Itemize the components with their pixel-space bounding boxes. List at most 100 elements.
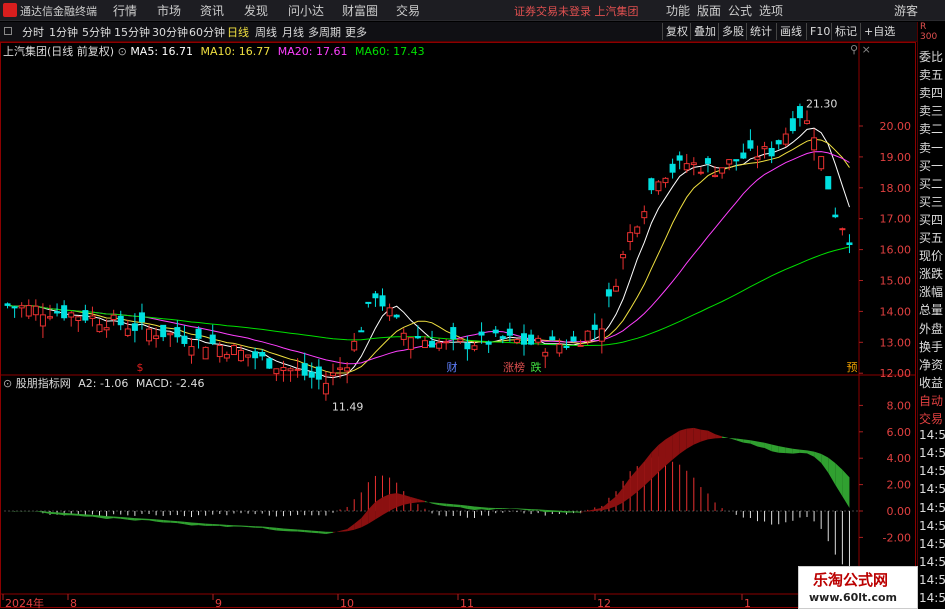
tab-period-daily[interactable]: 日线 (227, 24, 249, 40)
candle-body (103, 327, 110, 331)
quote-field-label: 买二 (919, 176, 944, 191)
candle-body (18, 305, 25, 309)
macd-ribbon-segment (191, 522, 199, 526)
tab-period-weekly[interactable]: 周线 (255, 24, 277, 40)
menu-item-news[interactable]: 资讯 (200, 2, 224, 19)
auto-trade-button[interactable]: 交易 (919, 410, 945, 426)
menu-item-trade[interactable]: 交易 (396, 2, 420, 19)
ma60-label: MA60: 17.43 (354, 45, 425, 58)
chart-area[interactable]: 20.00 19.00 18.00 17.00 16.00 15.00 14.00 13.00… (0, 42, 916, 609)
menu-item-market[interactable]: 行情 (113, 2, 137, 19)
candle-body (131, 323, 138, 331)
zoom-icon[interactable]: ⚲ (850, 43, 858, 56)
panel-collapse-toggle[interactable]: R 300 (920, 22, 937, 42)
tab-period-30min[interactable]: 30分钟 (152, 24, 188, 40)
tab-period-5min[interactable]: 5分钟 (82, 24, 111, 40)
macd-axis-label: 6.00 (887, 426, 912, 439)
candle-body (138, 312, 145, 323)
candle-body (521, 333, 528, 345)
candle-body (712, 174, 719, 178)
quote-field-label: 卖一 (919, 140, 944, 155)
candle-body (216, 344, 223, 358)
tab-period-timeshare[interactable]: 分时 (22, 24, 44, 40)
toolbar-handle-icon[interactable] (4, 27, 12, 35)
candle-body (223, 353, 230, 359)
menu-item-formula[interactable]: 公式 (728, 2, 752, 19)
login-hint[interactable]: 证券交易未登录 上汽集团 (514, 3, 639, 19)
draw-line-button[interactable]: 画线 (776, 23, 805, 40)
price-axis-label: 17.00 (880, 213, 912, 226)
tab-period-more[interactable]: 更多 (345, 24, 367, 40)
tab-period-60min[interactable]: 60分钟 (189, 24, 225, 40)
candle-body (492, 329, 499, 334)
indicator-panel-legend: ⊙ 股朋指标网 A2: -1.06 MACD: -2.46 (3, 375, 205, 391)
candle-body (400, 332, 407, 340)
tab-period-15min[interactable]: 15分钟 (114, 24, 150, 40)
add-watchlist-button[interactable]: +自选 (860, 23, 898, 40)
ma20-label: MA20: 17.61 (277, 45, 348, 58)
app-title: 通达信金融终端 (20, 5, 97, 18)
candle-body (96, 324, 103, 333)
tick-time-label: 14:56 (919, 536, 945, 551)
overlay-button[interactable]: 叠加 (690, 23, 719, 40)
candle-body (740, 152, 747, 159)
statistics-button[interactable]: 统计 (746, 23, 775, 40)
candle-body (669, 163, 676, 173)
date-axis-label: 12 (597, 597, 611, 609)
candle-body (372, 293, 379, 299)
candle-body (407, 337, 414, 350)
candle-body (655, 181, 662, 192)
guest-label[interactable]: 游客 (894, 2, 918, 19)
indicator-settings-icon[interactable]: ⊙ (3, 377, 16, 390)
candle-body (676, 155, 683, 161)
candle-body (230, 345, 237, 356)
candle-body (344, 367, 351, 372)
candle-body (846, 242, 853, 246)
candle-body (570, 336, 577, 342)
tab-period-monthly[interactable]: 月线 (282, 24, 304, 40)
mark-button[interactable]: 标记 (831, 23, 860, 40)
candle-body (648, 178, 655, 191)
menu-item-discover[interactable]: 发现 (244, 2, 268, 19)
menu-item-layout[interactable]: 版面 (697, 2, 721, 19)
candle-body (273, 368, 280, 375)
menu-item-exchange[interactable]: 市场 (157, 2, 181, 19)
multi-stock-button[interactable]: 多股 (718, 23, 747, 40)
f10-button[interactable]: F10 (806, 23, 833, 40)
close-icon[interactable]: × (862, 43, 871, 56)
tab-period-1min[interactable]: 1分钟 (49, 24, 78, 40)
quote-field-label: 卖四 (919, 86, 944, 101)
restore-rights-button[interactable]: 复权 (662, 23, 691, 40)
menu-item-ask[interactable]: 问小达 (288, 2, 324, 19)
tab-period-multi[interactable]: 多周期 (308, 24, 341, 40)
candle-body (464, 342, 471, 350)
candle-body (584, 330, 591, 342)
auto-trade-button[interactable]: 自动 (919, 392, 945, 408)
quote-field-label: 委比 (919, 50, 944, 64)
candle-body (457, 338, 464, 342)
menu-item-wealth[interactable]: 财富圈 (342, 2, 378, 19)
price-axis-label: 14.00 (880, 305, 912, 318)
candle-body (294, 368, 301, 371)
candle-body (605, 289, 612, 297)
candle-body (414, 336, 421, 339)
candle-body (436, 342, 443, 349)
panel-controls[interactable]: ⚲ × (850, 43, 871, 56)
macd-ribbon-segment (545, 509, 553, 513)
kline-chart[interactable]: 20.0019.0018.0017.0016.0015.0014.0013.00… (0, 42, 916, 609)
menu-item-options[interactable]: 选项 (759, 2, 783, 19)
candle-body (25, 305, 32, 317)
quote-field-label: 卖二 (919, 122, 944, 137)
candle-body (506, 328, 513, 336)
candle-body (245, 354, 252, 358)
panel-settings-icon[interactable]: ⊙ (118, 45, 131, 58)
quote-field-label: 现价 (919, 249, 944, 264)
quote-field-label: 外盘 (919, 321, 944, 336)
date-axis-label: 2024年 (5, 596, 44, 609)
tick-time-label: 14:56 (919, 554, 945, 569)
panel-top-label: R (920, 22, 927, 32)
quote-field-label: 买五 (919, 231, 944, 245)
candle-body (252, 351, 259, 359)
menu-item-function[interactable]: 功能 (666, 2, 690, 19)
candle-body (754, 156, 761, 161)
